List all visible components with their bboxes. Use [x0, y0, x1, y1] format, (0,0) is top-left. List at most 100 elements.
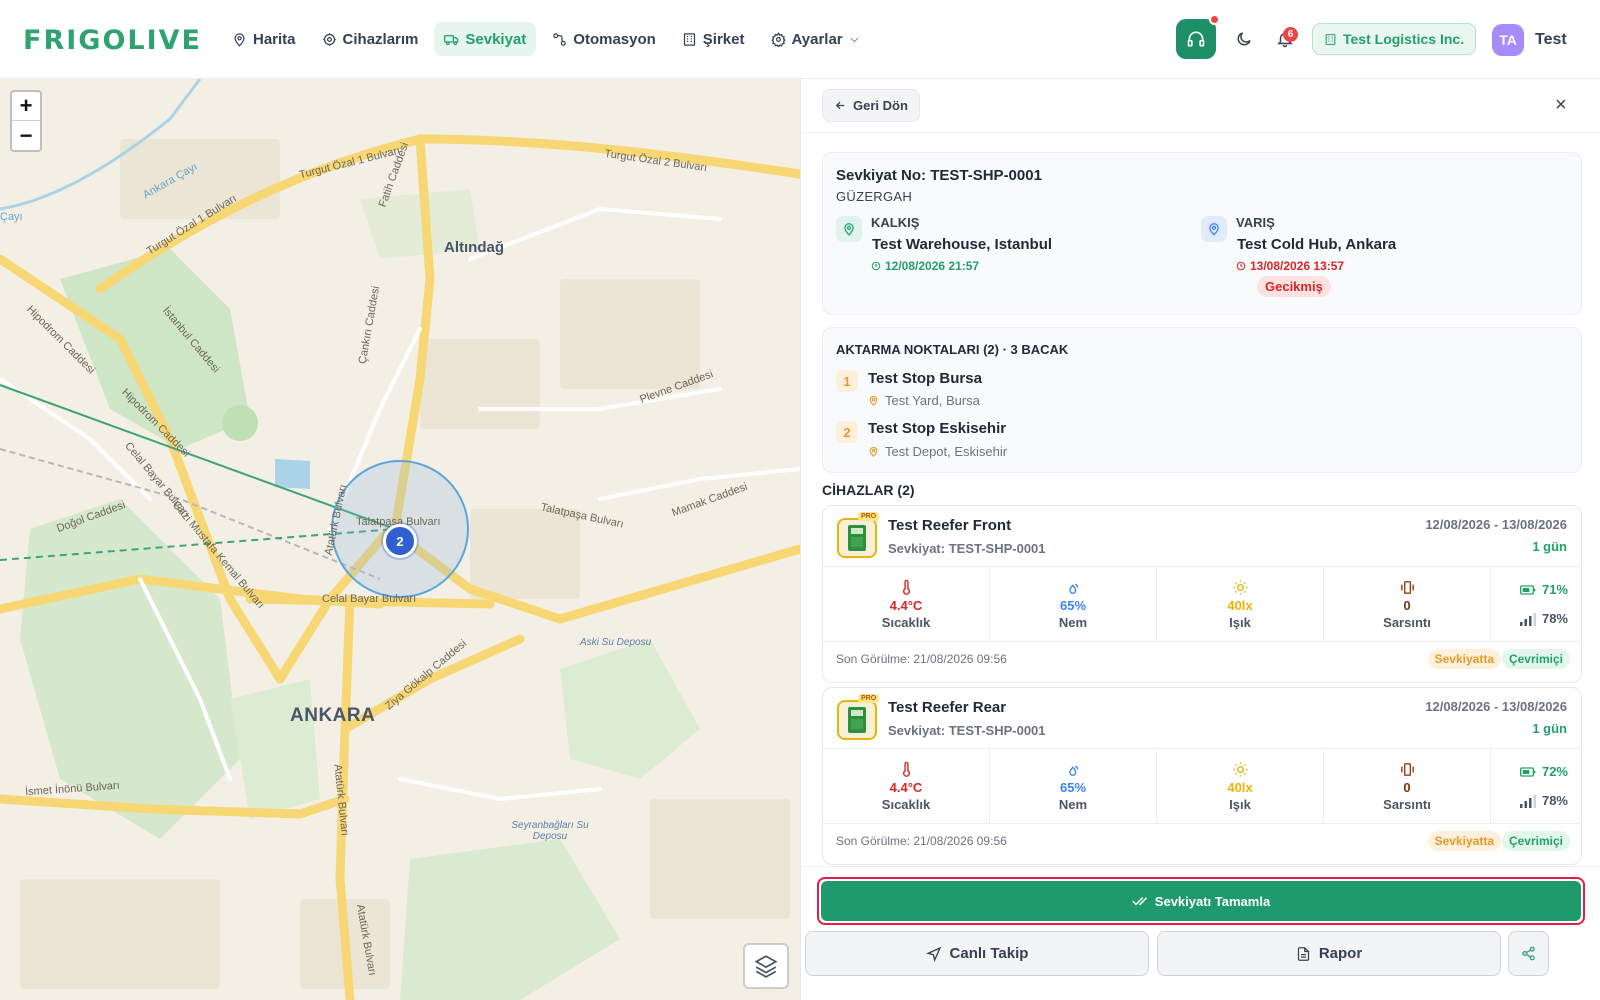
- metric-power: 71% 78%: [1491, 567, 1581, 641]
- battery-level: 72%: [1519, 764, 1568, 779]
- map-pin-icon: [844, 223, 854, 236]
- logo-text: FRIGOLIVE: [23, 24, 202, 56]
- arrow-left-icon: [835, 101, 845, 110]
- droplets-icon: [1068, 583, 1078, 594]
- map-view[interactable]: Turgut Özal 1 Bulvarı Turgut Özal 1 Bulv…: [0, 79, 800, 1000]
- metric-humidity: 65% Nem: [990, 567, 1157, 641]
- sun-icon: [1232, 579, 1248, 595]
- transfer-name[interactable]: Test Stop Bursa: [868, 370, 982, 387]
- signal-level: 78%: [1519, 611, 1568, 626]
- layers-button[interactable]: [743, 943, 789, 989]
- transfer-address-text: Test Yard, Bursa: [885, 393, 980, 408]
- zoom-in-button[interactable]: +: [12, 92, 40, 121]
- nav-item-otomasyon[interactable]: Otomasyon: [542, 22, 666, 56]
- device-metrics: 4.4°C Sıcaklık 65% Nem 40lx Işık 0 Sarsı…: [823, 748, 1581, 824]
- truck-icon: [444, 34, 459, 45]
- map-label-district: Altındağ: [444, 239, 504, 256]
- metric-value: 0: [1403, 597, 1411, 613]
- device-shipment: Sevkiyat: TEST-SHP-0001: [888, 723, 1046, 738]
- support-button[interactable]: [1176, 14, 1220, 59]
- metric-value: 4.4°C: [889, 779, 923, 795]
- zoom-out-button[interactable]: −: [12, 121, 40, 150]
- battery-level: 71%: [1519, 582, 1568, 597]
- destination-time: 13/08/2026 13:57: [1236, 259, 1344, 273]
- layers-icon: [754, 955, 778, 978]
- device-date-range: 12/08/2026 - 13/08/2026: [1425, 517, 1567, 532]
- metric-value: 4.4°C: [889, 597, 923, 613]
- notification-badge: 6: [1283, 27, 1298, 42]
- main-nav: Harita Cihazlarım Sevkiyat Otomasyon Şir…: [222, 22, 868, 56]
- thermometer-icon: [902, 761, 910, 777]
- signal-icon: [1519, 794, 1536, 808]
- battery-value: 72%: [1541, 764, 1568, 779]
- sun-icon: [1232, 761, 1248, 777]
- transfer-address: Test Depot, Eskisehir: [868, 444, 1007, 459]
- report-label: Rapor: [1318, 945, 1363, 962]
- last-seen: Son Görülme: 21/08/2026 09:56: [836, 834, 1007, 848]
- metric-label: Sıcaklık: [881, 796, 931, 812]
- user-name[interactable]: Test: [1535, 31, 1567, 49]
- metric-value: 40lx: [1227, 597, 1253, 613]
- map-label-city: ANKARA: [290, 705, 376, 726]
- share-button[interactable]: [1508, 931, 1549, 976]
- metric-humidity: 65% Nem: [990, 749, 1157, 823]
- route-card: Sevkiyat No: TEST-SHP-0001 GÜZERGAH KALK…: [822, 152, 1582, 315]
- map-pin-icon: [234, 32, 245, 47]
- device-card[interactable]: PRO Test Reefer Front Sevkiyat: TEST-SHP…: [822, 505, 1582, 683]
- nav-label: Şirket: [702, 30, 745, 48]
- chevron-down-icon: ⌵: [850, 33, 859, 45]
- status-badge-shipping: Sevkiyatta: [1427, 649, 1501, 669]
- map-label: Seyranbağları Su Deposu: [511, 820, 589, 842]
- metric-label: Nem: [1058, 796, 1088, 812]
- nav-label: Otomasyon: [573, 30, 656, 48]
- live-tracking-button[interactable]: Canlı Takip: [805, 931, 1149, 976]
- transfer-name[interactable]: Test Stop Eskisehir: [868, 420, 1006, 437]
- route-heading: GÜZERGAH: [836, 189, 913, 204]
- metric-power: 72% 78%: [1491, 749, 1581, 823]
- battery-icon: [1519, 584, 1536, 595]
- navigation-icon: [925, 946, 941, 962]
- signal-level: 78%: [1519, 793, 1568, 808]
- nav-item-harita[interactable]: Harita: [222, 22, 306, 56]
- metric-value: 65%: [1059, 779, 1087, 795]
- back-label: Geri Dön: [853, 98, 908, 113]
- last-seen: Son Görülme: 21/08/2026 09:56: [836, 652, 1007, 666]
- top-navigation: FRIGOLIVE Harita Cihazlarım Sevkiyat Oto…: [0, 0, 1600, 79]
- complete-shipment-button[interactable]: Sevkiyatı Tamamla: [821, 881, 1581, 921]
- shipment-no: TEST-SHP-0001: [930, 167, 1042, 184]
- complete-button-focus-ring: Sevkiyatı Tamamla: [817, 877, 1585, 925]
- thermometer-icon: [902, 579, 910, 595]
- device-cluster-marker[interactable]: 2: [383, 524, 417, 558]
- nav-item-sirket[interactable]: Şirket: [672, 22, 755, 56]
- metric-value: 0: [1403, 779, 1411, 795]
- frigolive-logo[interactable]: FRIGOLIVE: [23, 21, 202, 59]
- moon-icon[interactable]: [1235, 30, 1253, 48]
- device-duration: 1 gün: [1532, 721, 1567, 736]
- nav-item-sevkiyat[interactable]: Sevkiyat: [434, 22, 537, 56]
- company-name: Test Logistics Inc.: [1343, 31, 1465, 47]
- company-switcher[interactable]: Test Logistics Inc.: [1312, 23, 1477, 55]
- transfer-title: AKTARMA NOKTALARI (2) · 3 BACAK: [836, 342, 1069, 357]
- device-card[interactable]: PRO Test Reefer Rear Sevkiyat: TEST-SHP-…: [822, 687, 1582, 865]
- metric-light: 40lx Işık: [1157, 567, 1324, 641]
- zoom-control: + −: [10, 90, 42, 152]
- nav-item-cihazlarim[interactable]: Cihazlarım: [312, 22, 429, 56]
- clock-icon: [871, 261, 881, 271]
- nav-item-ayarlar[interactable]: Ayarlar ⌵: [761, 22, 869, 56]
- devices-title: CİHAZLAR (2): [822, 482, 915, 498]
- vibration-icon: [1400, 762, 1414, 776]
- status-badge: Gecikmiş: [1257, 276, 1331, 297]
- avatar[interactable]: TA: [1492, 24, 1524, 56]
- destination-icon: [1201, 216, 1227, 242]
- back-button[interactable]: Geri Dön: [822, 89, 920, 122]
- shipment-number: Sevkiyat No: TEST-SHP-0001: [836, 167, 1042, 184]
- destination-label: VARIŞ: [1236, 215, 1275, 230]
- action-bar: Sevkiyatı Tamamla Canlı Takip Rapor: [801, 866, 1600, 1000]
- signal-icon: [1519, 612, 1536, 626]
- transfer-number: 1: [836, 370, 858, 392]
- close-icon[interactable]: ×: [1555, 94, 1567, 117]
- gear-icon: [770, 31, 786, 47]
- chip-icon: [322, 32, 336, 46]
- pro-badge: PRO: [858, 694, 880, 703]
- report-button[interactable]: Rapor: [1157, 931, 1501, 976]
